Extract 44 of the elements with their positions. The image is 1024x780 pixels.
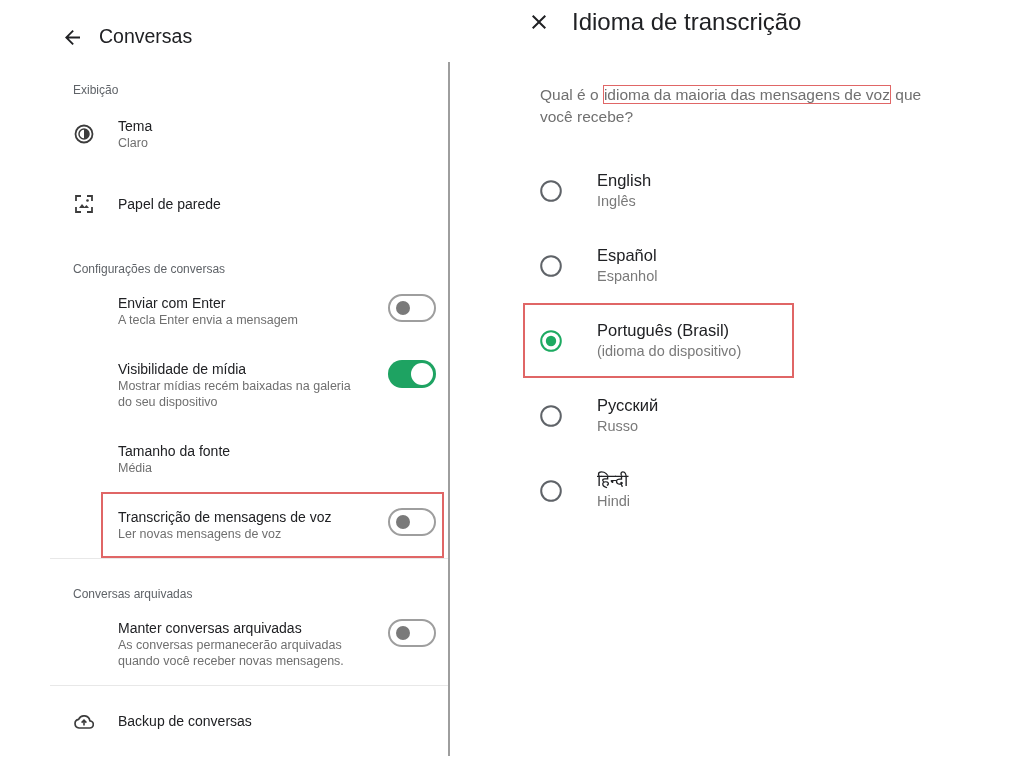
setting-title: Backup de conversas (118, 712, 252, 730)
section-header: Configurações de conversas (73, 262, 226, 277)
radio-button[interactable] (540, 254, 562, 277)
option-label: Português (Brasil) (597, 319, 731, 341)
setting-subtitle: Ler novas mensagens de voz (118, 526, 283, 542)
radio-button[interactable] (540, 479, 562, 502)
option-sublabel: (idioma do dispositivo) (597, 341, 742, 361)
close-icon[interactable] (532, 15, 546, 29)
setting-title: Tamanho da fonte (118, 442, 232, 460)
radio-button[interactable] (540, 179, 562, 202)
setting-title: Papel de parede (118, 195, 221, 213)
option-sublabel: Inglês (597, 191, 637, 211)
section-header: Exibição (73, 83, 119, 98)
image-frame-icon (75, 195, 93, 213)
option-sublabel: Espanhol (597, 266, 658, 286)
dialog-title: Idioma de transcrição (572, 7, 802, 37)
setting-subtitle: Média (118, 460, 154, 476)
cloud-upload-icon (74, 713, 94, 729)
radio-button[interactable] (540, 404, 562, 427)
setting-title: Enviar com Enter (118, 294, 227, 312)
question-text: Qual é o idioma da maioria das mensagens de voz que você recebe? (540, 84, 923, 127)
setting-subtitle: As conversas permanecerão arquivadas quando você receber novas mensagens. (118, 637, 345, 669)
setting-subtitle: Claro (118, 135, 149, 151)
toggle-switch[interactable] (388, 360, 436, 388)
setting-subtitle: Mostrar mídias recém baixadas na galeria do seu dispositivo (118, 378, 352, 410)
option-label: हिन्दी (597, 469, 630, 491)
back-arrow-icon[interactable] (65, 29, 80, 45)
radio-button[interactable] (540, 329, 562, 352)
option-label: Español (597, 244, 658, 266)
contrast-icon (74, 124, 94, 144)
toggle-switch[interactable] (388, 294, 436, 322)
option-label: Русский (597, 394, 659, 416)
option-sublabel: Hindi (597, 491, 631, 511)
section-header: Conversas arquivadas (73, 587, 193, 602)
setting-title: Manter conversas arquivadas (118, 619, 303, 637)
screen-title: Conversas (99, 24, 193, 50)
toggle-switch[interactable] (388, 619, 436, 647)
option-sublabel: Russo (597, 416, 640, 436)
setting-title: Transcrição de mensagens de voz (118, 508, 333, 526)
option-label: English (597, 169, 652, 191)
setting-subtitle: A tecla Enter envia a mensagem (118, 312, 299, 328)
setting-title: Tema (118, 117, 153, 135)
setting-title: Visibilidade de mídia (118, 360, 248, 378)
toggle-switch[interactable] (388, 508, 436, 536)
